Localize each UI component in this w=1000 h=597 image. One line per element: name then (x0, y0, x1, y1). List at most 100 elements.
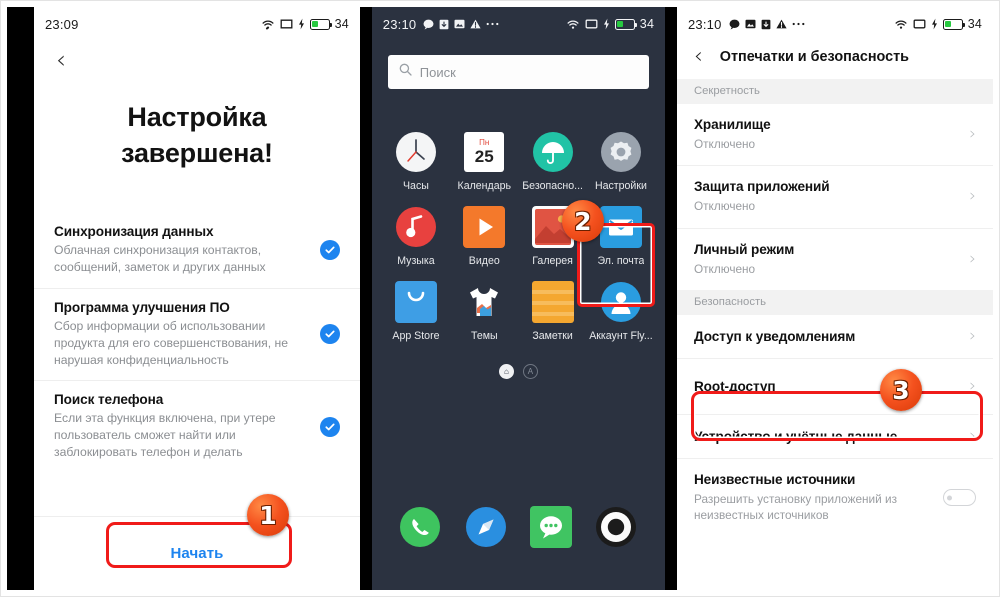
more-dots-icon (792, 22, 805, 26)
wifi-icon (566, 18, 580, 30)
settings-row-device-credentials[interactable]: Устройство и учётные данные › (676, 413, 994, 458)
settings-row-title: Неизвестные источники (693, 471, 856, 487)
panel-security-settings: 23:10 34 ‹ Отпечатки и безопасность Секр… (676, 7, 994, 590)
search-placeholder: Поиск (419, 64, 456, 80)
back-chevron-icon[interactable]: ‹ (34, 41, 360, 72)
list-item[interactable]: Синхронизация данных Облачная синхрониза… (34, 213, 360, 288)
home-dot-icon[interactable]: ⌂ (498, 364, 514, 379)
settings-row-root-access[interactable]: Root-доступ › (676, 357, 994, 414)
app-label: App Store (392, 330, 440, 342)
phone-icon[interactable] (399, 506, 441, 548)
list-item-subtitle: Сбор информации об использовании продукт… (54, 318, 289, 367)
check-circle-icon[interactable] (319, 240, 340, 261)
status-notification-icons (423, 19, 499, 30)
status-right-icons: 34 (566, 17, 654, 31)
alpha-dot-icon[interactable]: A (522, 364, 538, 379)
settings-row-text: Неизвестные источники Разрешить установк… (694, 472, 943, 524)
status-time: 23:10 (687, 16, 722, 32)
app-label: Музыка (397, 255, 435, 267)
tshirt-icon (463, 281, 505, 323)
battery-percent: 34 (967, 17, 983, 31)
calendar-day-label: Пн (479, 138, 490, 147)
unknown-sources-toggle[interactable] (943, 489, 977, 507)
settings-row-subtitle: Разрешить установку приложений из неизве… (693, 491, 897, 523)
browser-compass-icon[interactable] (465, 506, 507, 548)
status-bar-panel1: 23:09 34 (34, 7, 360, 41)
settings-row-title: Защита приложений (693, 179, 830, 195)
app-icon-security[interactable]: Безопасно... (518, 131, 586, 192)
app-icon-themes[interactable]: Темы (450, 281, 518, 342)
settings-row-private-mode[interactable]: Личный режим Отключено › (676, 227, 994, 290)
account-person-icon (600, 281, 642, 323)
chevron-right-icon: › (969, 325, 977, 346)
panel-home-screen: 23:10 34 Поиск Часы Пн 25 Календарь Безо… (371, 7, 666, 590)
status-bar-panel2: 23:10 34 (371, 7, 666, 41)
messages-icon[interactable] (530, 506, 573, 548)
settings-row-text: Доступ к уведомлениям (694, 329, 969, 344)
section-header-security: Безопасность (676, 289, 994, 315)
warning-icon (470, 19, 481, 29)
app-icon-clock[interactable]: Часы (382, 131, 450, 192)
music-note-icon (395, 206, 437, 248)
list-item[interactable]: Поиск телефона Если эта функция включена… (34, 380, 360, 472)
sim-card-icon (280, 18, 293, 30)
section-header-privacy: Секретность (676, 79, 994, 104)
screenshot-root: 23:09 34 ‹ Настройка завершена! Синхрони… (0, 0, 1000, 597)
message-bubble-icon (729, 19, 740, 30)
list-item-title: Поиск телефона (54, 392, 164, 408)
shopping-bag-icon (394, 281, 437, 323)
settings-row-subtitle: Отключено (693, 261, 756, 276)
status-right-icons: 34 (261, 17, 349, 31)
settings-row-subtitle: Отключено (693, 199, 756, 214)
chevron-right-icon: › (969, 425, 977, 446)
camera-icon[interactable] (595, 506, 637, 548)
battery-percent: 34 (334, 17, 349, 31)
settings-row-unknown-sources[interactable]: Неизвестные источники Разрешить установк… (676, 457, 994, 537)
charging-bolt-icon (931, 18, 938, 30)
notes-icon (531, 281, 574, 323)
list-item-title: Программа улучшения ПО (54, 299, 230, 315)
page-title: Отпечатки и безопасность (719, 49, 910, 65)
settings-row-app-protection[interactable]: Защита приложений Отключено › (676, 165, 994, 228)
calendar-icon: Пн 25 (463, 131, 505, 173)
app-icon-calendar[interactable]: Пн 25 Календарь (450, 131, 518, 192)
settings-row-text: Защита приложений Отключено (694, 179, 969, 214)
umbrella-security-icon (532, 131, 574, 173)
app-icon-appstore[interactable]: App Store (382, 281, 450, 342)
page-indicator: ⌂ A (372, 364, 665, 379)
app-icon-account[interactable]: Аккаунт Fly... (587, 281, 655, 342)
panel-divider (665, 7, 677, 590)
app-icon-video[interactable]: Видео (450, 206, 518, 267)
settings-row-notification-access[interactable]: Доступ к уведомлениям › (676, 314, 994, 358)
wifi-icon (261, 18, 275, 30)
settings-row-title: Личный режим (693, 241, 795, 257)
battery-percent: 34 (639, 17, 655, 31)
back-chevron-icon[interactable]: ‹ (694, 46, 703, 68)
gear-icon (600, 131, 642, 173)
status-bar-panel3: 23:10 34 (676, 7, 994, 41)
app-icon-settings[interactable]: Настройки (587, 131, 655, 192)
check-circle-icon[interactable] (319, 324, 340, 345)
list-item-text: Синхронизация данных Облачная синхрониза… (54, 224, 320, 276)
search-input[interactable]: Поиск (387, 55, 650, 89)
settings-row-text: Хранилище Отключено (694, 117, 969, 152)
list-item-subtitle: Если эта функция включена, при утере пол… (54, 411, 276, 460)
app-icon-notes[interactable]: Заметки (518, 281, 586, 342)
list-item[interactable]: Программа улучшения ПО Сбор информации о… (34, 287, 360, 380)
envelope-icon (599, 206, 642, 248)
sim-card-icon (913, 18, 926, 30)
settings-row-storage[interactable]: Хранилище Отключено › (676, 104, 994, 166)
app-label: Темы (470, 330, 498, 342)
app-label: Аккаунт Fly... (589, 330, 653, 342)
page-title: Настройка завершена! (34, 100, 360, 171)
step-badge-1: 1 (247, 494, 289, 536)
more-dots-icon (486, 22, 499, 26)
check-circle-icon[interactable] (319, 416, 340, 437)
app-icon-music[interactable]: Музыка (382, 206, 450, 267)
wifi-icon (894, 18, 908, 30)
list-item-subtitle: Облачная синхронизация контактов, сообще… (54, 243, 266, 275)
sim-card-icon (585, 18, 598, 30)
settings-group-security: Доступ к уведомлениям › Root-доступ › Ус… (676, 314, 994, 537)
start-button[interactable]: Начать (170, 545, 223, 562)
step-badge-3: 3 (879, 369, 922, 411)
